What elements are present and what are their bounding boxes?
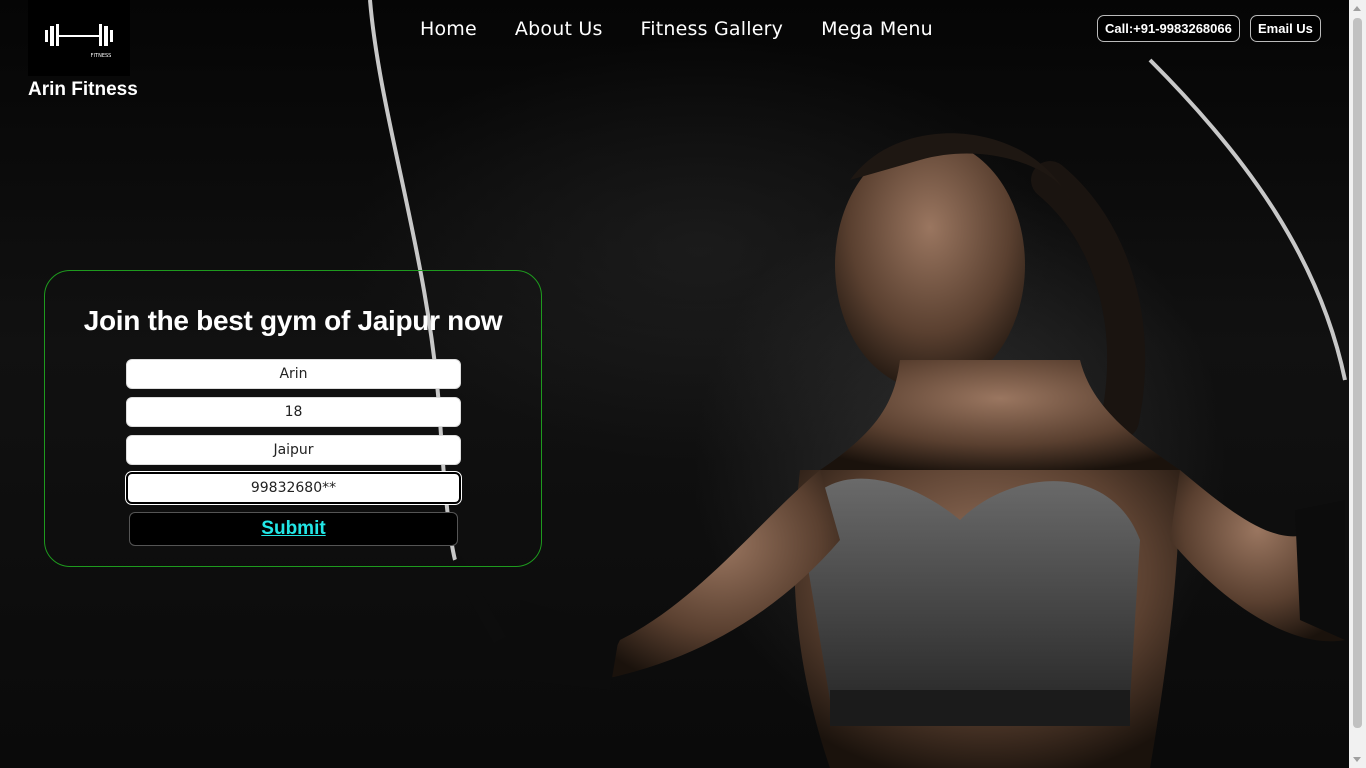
nav-about-us[interactable]: About Us [515, 18, 603, 40]
brand-logo[interactable]: FITNESS [28, 0, 130, 76]
form-title: Join the best gym of Jaipur now [83, 305, 503, 336]
page-scrollbar[interactable] [1349, 0, 1366, 768]
scroll-down-arrow-icon[interactable] [1353, 757, 1361, 762]
submit-button[interactable]: Submit [129, 512, 458, 546]
phone-field[interactable] [126, 472, 461, 504]
brand-name: Arin Fitness [28, 79, 138, 100]
age-field[interactable] [126, 397, 461, 427]
nav-home[interactable]: Home [420, 18, 477, 40]
scroll-up-arrow-icon[interactable] [1353, 6, 1361, 11]
email-us-button[interactable]: Email Us [1250, 15, 1321, 42]
call-button[interactable]: Call:+91-9983268066 [1097, 15, 1240, 42]
logo-text: FITNESS [91, 53, 112, 59]
join-form-card: Join the best gym of Jaipur now Submit [44, 270, 542, 567]
barbell-logo-icon: FITNESS [45, 24, 113, 59]
nav-mega-menu[interactable]: Mega Menu [821, 18, 933, 40]
scrollbar-thumb[interactable] [1353, 18, 1362, 728]
main-nav: Home About Us Fitness Gallery Mega Menu [420, 18, 933, 40]
city-field[interactable] [126, 435, 461, 465]
nav-fitness-gallery[interactable]: Fitness Gallery [641, 18, 784, 40]
name-field[interactable] [126, 359, 461, 389]
